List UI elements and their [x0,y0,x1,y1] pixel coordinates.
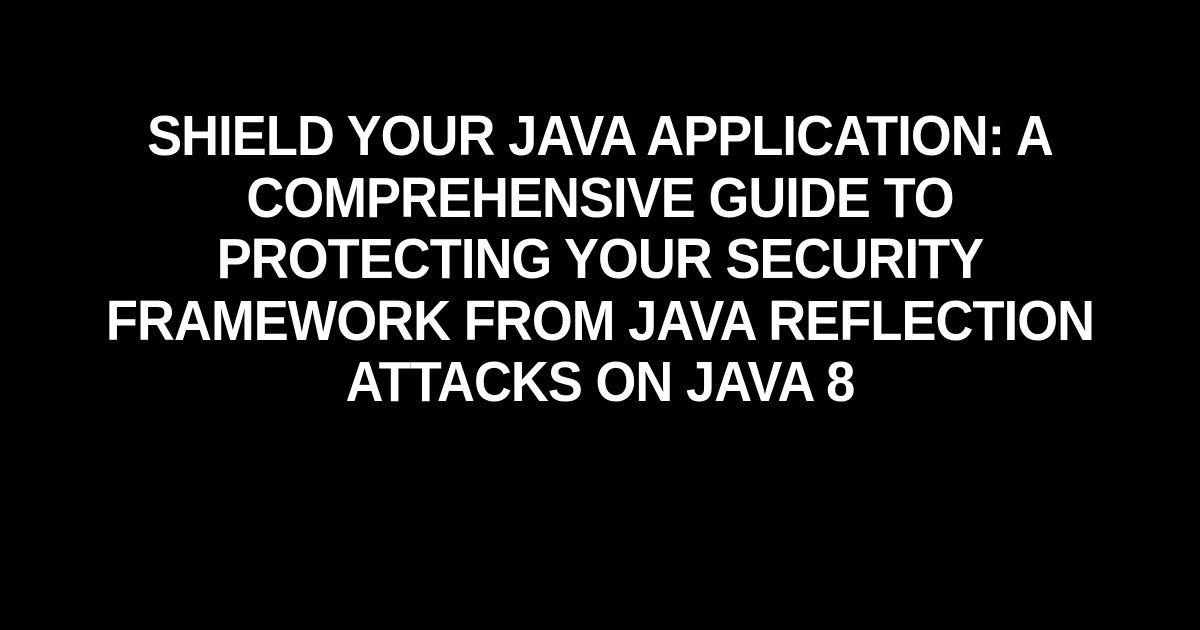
page-title: SHIELD YOUR JAVA APPLICATION: A COMPREHE… [85,106,1115,414]
title-container: SHIELD YOUR JAVA APPLICATION: A COMPREHE… [0,106,1200,414]
